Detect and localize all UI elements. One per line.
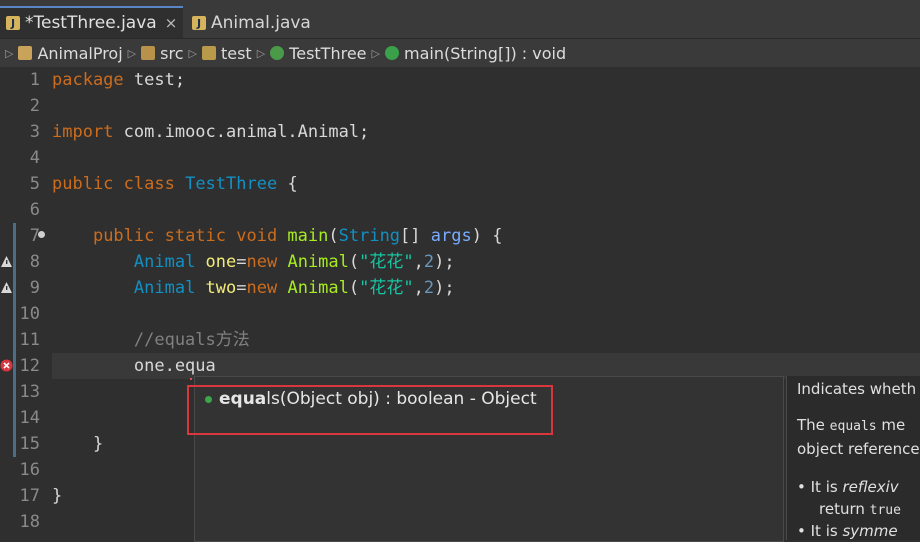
java-file-icon: J (6, 16, 20, 30)
chevron-right-icon: ▷ (256, 46, 266, 60)
line-number: 3 (29, 122, 40, 142)
code-text: public class TestThree { (52, 174, 298, 194)
line-number: 11 (19, 330, 40, 350)
chevron-right-icon: ▷ (188, 46, 197, 60)
code-text: package test; (52, 70, 186, 90)
code-text: } (52, 434, 104, 454)
doc-text: return true (819, 500, 901, 518)
code-comment: //equals方法 (52, 330, 250, 350)
line-number: 9 (29, 278, 40, 298)
code-line: 1 package test; (0, 67, 920, 93)
method-icon (384, 46, 399, 60)
breadcrumb-src[interactable]: src (141, 43, 184, 63)
breadcrumb-class[interactable]: TestThree (270, 43, 367, 63)
code-line: 5 public class TestThree { (0, 171, 920, 197)
line-number: 12 (19, 356, 40, 376)
line-number: 8 (29, 252, 40, 272)
code-line: 2 (0, 93, 920, 119)
code-line: 6 (0, 197, 920, 223)
breadcrumb-label: TestThree (289, 43, 367, 63)
code-line: 4 (0, 145, 920, 171)
breadcrumb-package[interactable]: test (201, 43, 252, 63)
doc-text: object reference (797, 440, 920, 458)
class-icon (270, 46, 285, 60)
tab-label: *TestThree.java (25, 13, 157, 33)
code-text: public static void main(String[] args) { (92, 226, 503, 246)
line-number: 4 (29, 148, 40, 168)
line-number: 1 (29, 70, 40, 90)
line-number: 17 (19, 486, 40, 506)
line-number: 16 (19, 460, 40, 480)
doc-bullet: • It is reflexiv (797, 478, 899, 496)
breadcrumb: ▷ AnimalProj ▷ src ▷ test ▷ TestThree ▷ … (0, 39, 920, 67)
line-number: 10 (19, 304, 40, 324)
fold-icon[interactable] (38, 231, 45, 238)
line-number: 2 (29, 96, 40, 116)
close-icon[interactable]: × (165, 14, 178, 32)
doc-text: Indicates wheth (797, 380, 917, 398)
tab-animal[interactable]: J Animal.java (186, 8, 311, 38)
code-line: 9 Animal two=new Animal("花花",2); (0, 275, 920, 301)
code-line: 3 import com.imooc.animal.Animal; (0, 119, 920, 145)
line-number: 7 (29, 226, 40, 246)
breadcrumb-method[interactable]: main(String[]) : void (384, 43, 567, 63)
line-number: 18 (19, 512, 40, 532)
annotation-highlight-box (187, 385, 553, 435)
editor-tab-bar: J *TestThree.java × J Animal.java (0, 0, 920, 39)
code-text: } (52, 486, 63, 506)
breadcrumb-label: AnimalProj (37, 43, 123, 63)
java-file-icon: J (192, 16, 206, 30)
line-number: 5 (29, 174, 40, 194)
line-number: 15 (19, 434, 40, 454)
doc-text: The equals me (797, 416, 906, 434)
code-text: Animal one=new Animal("花花",2); (133, 252, 455, 272)
source-folder-icon (141, 46, 156, 60)
breadcrumb-label: main(String[]) : void (403, 43, 567, 63)
package-icon (201, 46, 216, 60)
line-number: 14 (19, 408, 40, 428)
tab-testthree[interactable]: J *TestThree.java × (0, 6, 183, 38)
breadcrumb-project[interactable]: AnimalProj (18, 43, 123, 63)
breadcrumb-label: src (160, 43, 184, 63)
code-line: 10 (0, 301, 920, 327)
javadoc-panel: Indicates wheth The equals me object ref… (786, 376, 920, 540)
line-number: 6 (29, 200, 40, 220)
code-text: import com.imooc.animal.Animal; (52, 122, 370, 142)
project-icon (18, 46, 33, 60)
code-line: 7 public static void main(String[] args)… (0, 223, 920, 249)
breadcrumb-label: test (220, 43, 252, 63)
chevron-right-icon: ▷ (5, 46, 14, 60)
chevron-right-icon: ▷ (371, 46, 380, 60)
doc-bullet: • It is symme (797, 522, 898, 540)
chevron-right-icon: ▷ (127, 46, 137, 60)
line-number: 13 (19, 382, 40, 402)
code-line: 11 //equals方法 (0, 327, 920, 353)
code-text: Animal two=new Animal("花花",2); (133, 278, 455, 298)
code-line: 8 Animal one=new Animal("花花",2); (0, 249, 920, 275)
tab-label: Animal.java (211, 13, 311, 33)
